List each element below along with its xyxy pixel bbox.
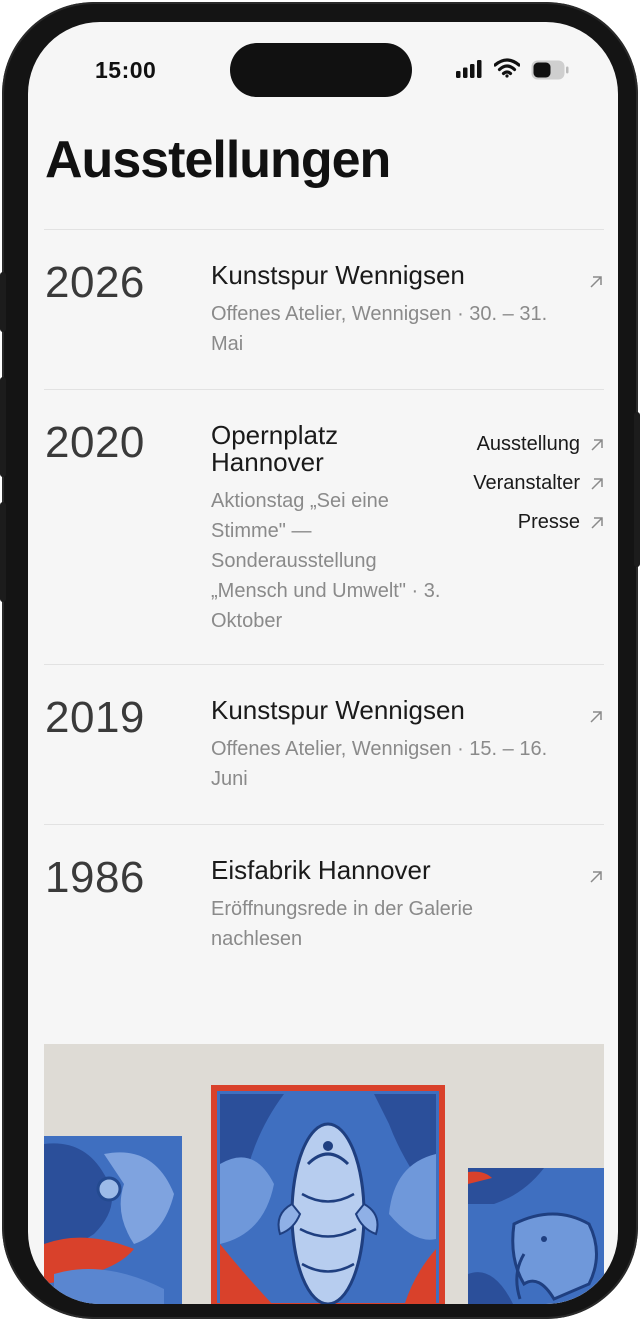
exhibition-year: 2019 [45, 693, 145, 742]
exhibition-year: 2020 [45, 418, 145, 467]
exhibition-name: Kunstspur Wennigsen [211, 260, 465, 290]
divider [44, 389, 604, 390]
painting-right [468, 1168, 604, 1304]
exhibition-name: Kunstspur Wennigsen [211, 695, 465, 725]
phone-frame: 15:00 Ausstellungen 2026 Kunstspur Wenni… [0, 2, 640, 1319]
exhibition-description: Eröffnungsrede in der Galerie nachlesen [211, 898, 474, 950]
arrow-up-right-icon[interactable] [589, 710, 603, 724]
arrow-up-right-icon [591, 477, 603, 490]
painting-center [211, 1085, 445, 1304]
painting-left [44, 1136, 182, 1304]
battery-icon [531, 60, 569, 80]
status-time: 15:00 [95, 57, 157, 83]
divider [44, 824, 604, 825]
wifi-icon [494, 58, 520, 78]
power-button [634, 412, 640, 567]
exhibition-description: Aktionstag „Sei eine Stimme" — Sonderaus… [211, 490, 441, 632]
exhibition-name: Opernplatz Hannover [211, 420, 339, 477]
exhibition-description: Offenes Atelier, Wennigsen · 15. – 16. J… [211, 738, 548, 790]
divider [44, 229, 604, 230]
arrow-up-right-icon[interactable] [589, 870, 603, 884]
arrow-up-right-icon[interactable] [589, 275, 603, 289]
link-ausstellung[interactable]: Ausstellung [473, 425, 604, 464]
divider [44, 664, 604, 665]
link-label: Presse [517, 511, 580, 533]
page-title: Ausstellungen [45, 131, 391, 189]
exhibition-links: Ausstellung Veranstalter Presse [473, 425, 604, 542]
exhibition-description: Offenes Atelier, Wennigsen · 30. – 31. M… [211, 303, 548, 355]
exhibition-name: Eisfabrik Hannover [211, 855, 431, 885]
link-label: Ausstellung [476, 433, 580, 455]
signal-icon [456, 60, 482, 78]
link-veranstalter[interactable]: Veranstalter [473, 464, 604, 503]
arrow-up-right-icon [591, 438, 603, 451]
exhibition-year: 2026 [45, 258, 145, 307]
volume-up-button [0, 377, 6, 477]
link-presse[interactable]: Presse [473, 503, 604, 542]
screen: 15:00 Ausstellungen 2026 Kunstspur Wenni… [28, 22, 618, 1304]
status-bar: 15:00 [28, 22, 618, 117]
dynamic-island [230, 43, 412, 97]
exhibition-year: 1986 [45, 853, 145, 902]
volume-down-button [0, 502, 6, 602]
action-button [0, 272, 6, 332]
arrow-up-right-icon [591, 516, 603, 529]
link-label: Veranstalter [473, 472, 580, 494]
exhibition-photo [44, 1044, 604, 1304]
